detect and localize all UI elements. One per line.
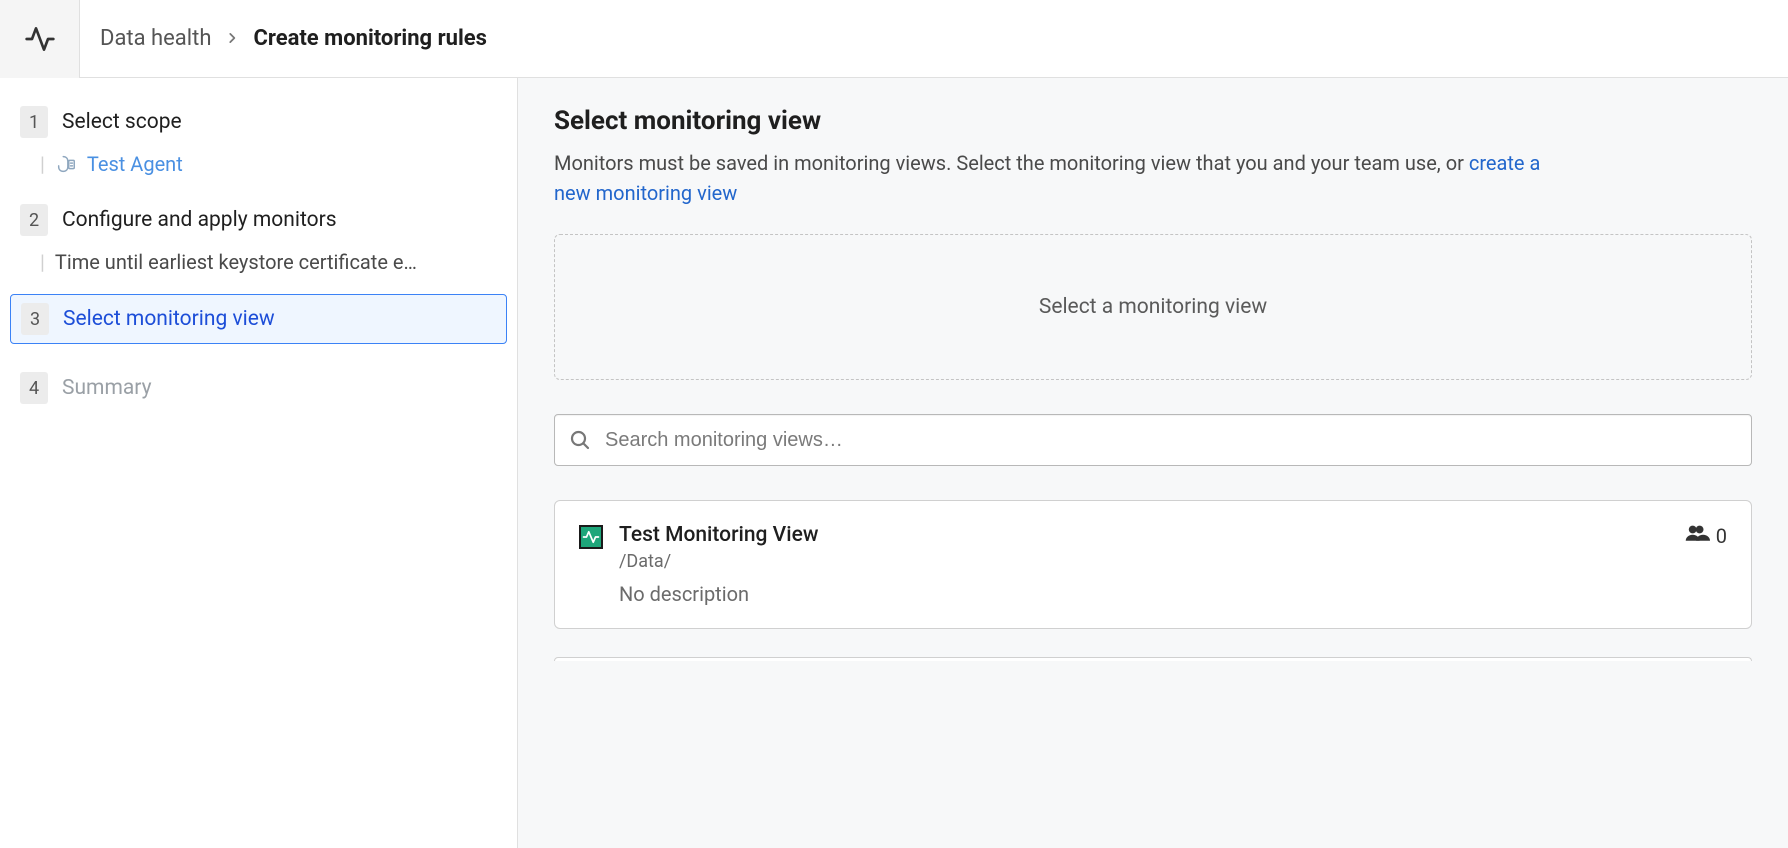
- step-monitor-desc: Time until earliest keystore certificate…: [55, 250, 417, 274]
- card-user-count: 0: [1684, 523, 1727, 548]
- step-number: 4: [20, 372, 48, 404]
- card-path: /Data/: [619, 551, 1668, 572]
- search-icon: [568, 428, 592, 452]
- step-title: Configure and apply monitors: [62, 208, 337, 232]
- page-subtext: Monitors must be saved in monitoring vie…: [554, 148, 1544, 208]
- chevron-right-icon: [225, 26, 239, 51]
- search-input[interactable]: [554, 414, 1752, 466]
- step-summary: 4 Summary: [10, 364, 507, 412]
- step-scope-link[interactable]: Test Agent: [87, 152, 183, 176]
- activity-icon: [24, 23, 56, 55]
- step-select-scope[interactable]: 1 Select scope | Test Agent: [10, 98, 507, 176]
- app-header: Data health Create monitoring rules: [0, 0, 1788, 78]
- agent-icon: [55, 153, 77, 175]
- user-count-value: 0: [1716, 524, 1727, 548]
- step-title: Select scope: [62, 110, 182, 134]
- step-select-monitoring-view[interactable]: 3 Select monitoring view: [10, 294, 507, 344]
- app-icon: [0, 0, 80, 78]
- dropzone-text: Select a monitoring view: [1039, 295, 1267, 319]
- monitoring-view-dropzone[interactable]: Select a monitoring view: [554, 234, 1752, 380]
- card-description: No description: [619, 582, 1668, 606]
- breadcrumb-current: Create monitoring rules: [253, 26, 487, 51]
- monitoring-view-card-next[interactable]: [554, 657, 1752, 661]
- step-title: Summary: [62, 376, 152, 400]
- page-heading: Select monitoring view: [554, 106, 1752, 136]
- step-configure-monitors[interactable]: 2 Configure and apply monitors | Time un…: [10, 196, 507, 274]
- step-sub-separator: |: [40, 152, 45, 176]
- step-number: 2: [20, 204, 48, 236]
- step-sub-separator: |: [40, 250, 45, 274]
- monitoring-view-icon: [579, 525, 603, 549]
- main-content: Select monitoring view Monitors must be …: [518, 78, 1788, 848]
- monitoring-view-card[interactable]: Test Monitoring View /Data/ No descripti…: [554, 500, 1752, 629]
- step-number: 1: [20, 106, 48, 138]
- card-title: Test Monitoring View: [619, 523, 1668, 547]
- step-title: Select monitoring view: [63, 307, 275, 331]
- breadcrumb: Data health Create monitoring rules: [80, 26, 507, 51]
- wizard-sidebar: 1 Select scope | Test Agent 2: [0, 78, 518, 848]
- step-number: 3: [21, 303, 49, 335]
- breadcrumb-parent[interactable]: Data health: [100, 26, 211, 51]
- users-icon: [1684, 523, 1710, 548]
- search-container: [554, 414, 1752, 466]
